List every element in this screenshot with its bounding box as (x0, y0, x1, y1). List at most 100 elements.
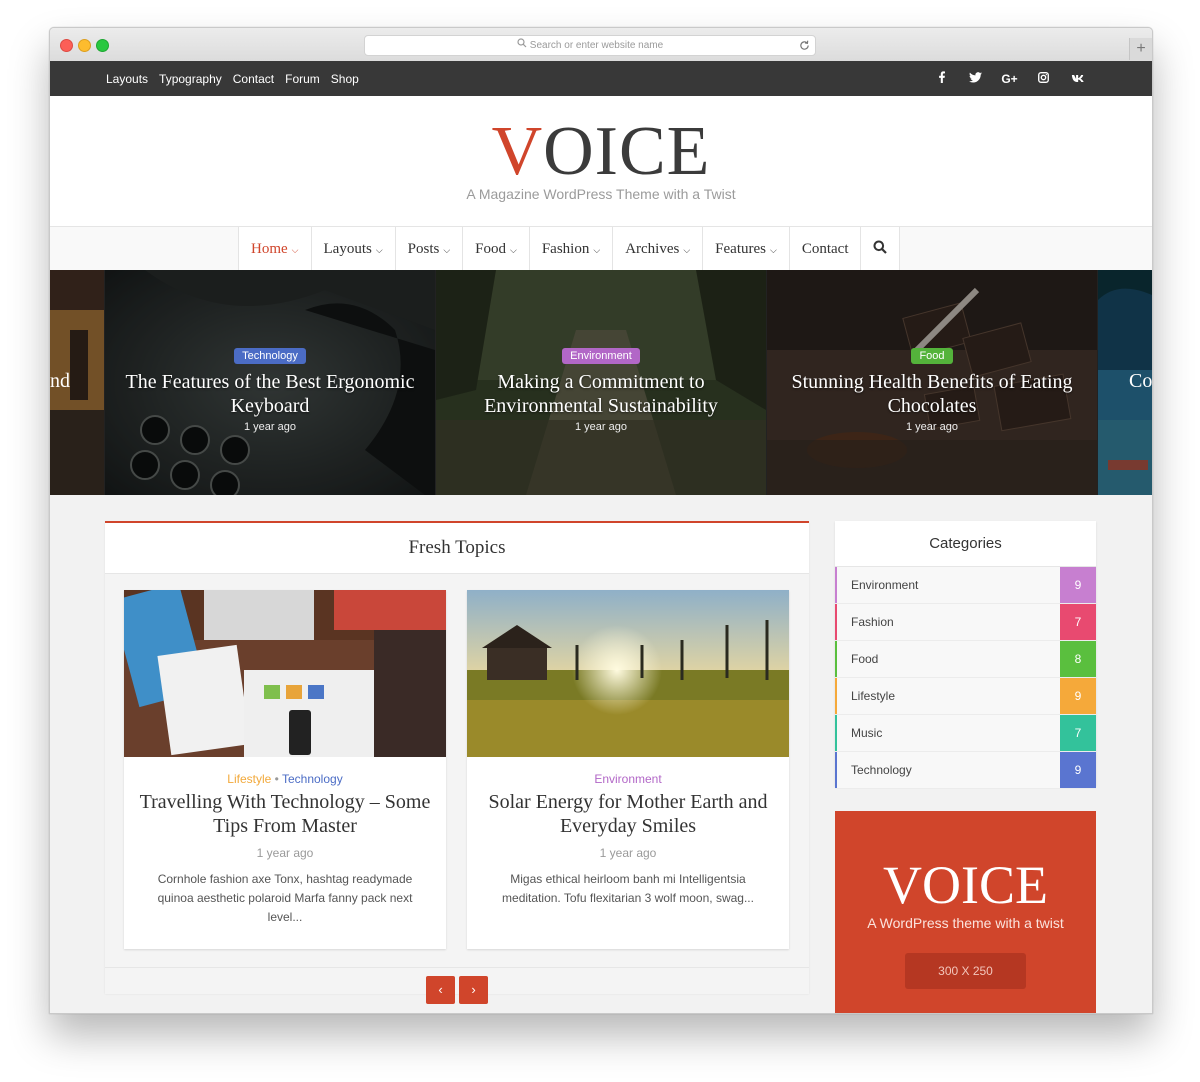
ad-title: VOICE (883, 855, 1048, 915)
slide-category-badge[interactable]: Food (911, 348, 953, 364)
site-header: VOICE A Magazine WordPress Theme with a … (50, 96, 1152, 226)
nav-item-contact[interactable]: Contact (788, 227, 861, 271)
category-item[interactable]: Technology 9 (835, 752, 1096, 789)
main-nav: Home ⌵ Layouts ⌵ Posts ⌵ Food ⌵ Fashion ⌵ Arc… (50, 226, 1152, 272)
address-bar-placeholder: Search or enter website name (529, 40, 664, 52)
social-links: G+ (933, 61, 1086, 96)
category-item[interactable]: Food 8 (835, 641, 1096, 678)
ad-banner[interactable]: VOICE A WordPress theme with a twist 300… (835, 811, 1096, 1013)
post-time: 1 year ago (256, 846, 314, 860)
nav-item-layouts[interactable]: Layouts ⌵ (310, 227, 395, 271)
post-card[interactable]: Environment Solar Energy for Mother Eart… (467, 590, 789, 949)
nav-item-archives[interactable]: Archives ⌵ (612, 227, 703, 271)
nav-label: Layouts (323, 240, 372, 257)
top-link-shop[interactable]: Shop (331, 72, 359, 86)
category-link[interactable]: Technology (282, 772, 343, 786)
category-stripe (835, 604, 837, 640)
slide-item[interactable]: Food Stunning Health Benefits of Eating … (767, 270, 1097, 495)
top-link-contact[interactable]: Contact (233, 72, 274, 86)
nav-item-home[interactable]: Home ⌵ (238, 227, 311, 271)
ad-subtitle: A WordPress theme with a twist (867, 915, 1064, 931)
slide-partial-right[interactable]: Co (1098, 270, 1152, 495)
slide-time: 1 year ago (575, 421, 627, 433)
post-title[interactable]: Solar Energy for Mother Earth and Everyd… (467, 790, 789, 838)
pagination: ‹ › (105, 967, 809, 1004)
google-plus-icon[interactable]: G+ (1001, 72, 1018, 86)
slide-partial-title: nd (50, 370, 70, 392)
slide-time: 1 year ago (906, 421, 958, 433)
category-item[interactable]: Music 7 (835, 715, 1096, 752)
facebook-icon[interactable] (933, 71, 950, 86)
address-bar[interactable]: Search or enter website name (364, 35, 816, 56)
post-card[interactable]: Lifestyle • Technology Travelling With T… (124, 590, 446, 949)
category-count: 9 (1060, 567, 1096, 603)
chevron-down-icon: ⌵ (443, 244, 451, 255)
slide-category-badge[interactable]: Technology (234, 348, 306, 364)
category-link[interactable]: Environment (594, 772, 661, 786)
top-link-layouts[interactable]: Layouts (106, 72, 148, 86)
maximize-window-button[interactable] (96, 39, 109, 52)
twitter-icon[interactable] (967, 71, 984, 86)
category-separator: • (271, 772, 282, 786)
featured-slider: nd Technology The Features of the Best E… (50, 270, 1152, 495)
nav-search-button[interactable] (860, 227, 901, 271)
post-thumbnail[interactable] (467, 590, 789, 757)
slide-partial-title: Co (1129, 370, 1152, 392)
nav-label: Contact (801, 240, 849, 257)
post-categories: Lifestyle • Technology (124, 772, 446, 786)
nav-item-posts[interactable]: Posts ⌵ (394, 227, 463, 271)
category-label: Music (851, 726, 883, 740)
close-window-button[interactable] (60, 39, 73, 52)
slide-category-badge[interactable]: Environment (562, 348, 640, 364)
top-bar: Layouts Typography Contact Forum Shop G+ (50, 61, 1152, 96)
slide-title[interactable]: Stunning Health Benefits of Eating Choco… (767, 370, 1097, 418)
ad-size-label: 300 X 250 (905, 953, 1026, 989)
slide-item[interactable]: Technology The Features of the Best Ergo… (105, 270, 435, 495)
category-label: Technology (851, 763, 912, 777)
category-count: 8 (1060, 641, 1096, 677)
prev-button[interactable]: ‹ (426, 976, 455, 1004)
nav-label: Posts (407, 240, 440, 257)
category-label: Environment (851, 578, 919, 592)
vk-icon[interactable] (1069, 72, 1086, 86)
nav-item-fashion[interactable]: Fashion ⌵ (528, 227, 613, 271)
chevron-down-icon: ⌵ (510, 244, 517, 255)
category-item[interactable]: Fashion 7 (835, 604, 1096, 641)
category-item[interactable]: Lifestyle 9 (835, 678, 1096, 715)
post-categories: Environment (467, 772, 789, 786)
slide-time: 1 year ago (244, 421, 296, 433)
category-item[interactable]: Environment 9 (835, 567, 1096, 604)
fresh-topics-widget: Fresh Topics Lifestyle • Technology Trav… (105, 521, 809, 1004)
category-stripe (835, 715, 837, 751)
browser-window: Search or enter website name + Layouts T… (49, 27, 1153, 1014)
top-link-typography[interactable]: Typography (159, 72, 222, 86)
category-label: Food (851, 652, 879, 666)
chevron-down-icon: ⌵ (593, 244, 601, 255)
category-stripe (835, 678, 837, 714)
category-label: Fashion (851, 615, 894, 629)
category-count: 7 (1060, 715, 1096, 751)
chevron-down-icon: ⌵ (375, 244, 383, 255)
reload-icon[interactable] (799, 39, 810, 58)
top-link-forum[interactable]: Forum (285, 72, 320, 86)
category-stripe (835, 752, 837, 788)
post-title[interactable]: Travelling With Technology – Some Tips F… (124, 790, 446, 838)
post-thumbnail[interactable] (124, 590, 446, 757)
slide-title[interactable]: Making a Commitment to Environmental Sus… (436, 370, 766, 418)
minimize-window-button[interactable] (78, 39, 91, 52)
next-button[interactable]: › (459, 976, 488, 1004)
category-stripe (835, 567, 837, 603)
category-link[interactable]: Lifestyle (227, 772, 271, 786)
slide-partial-left[interactable]: nd (50, 270, 104, 495)
top-nav: Layouts Typography Contact Forum Shop (106, 61, 359, 96)
nav-item-features[interactable]: Features ⌵ (702, 227, 789, 271)
new-tab-button[interactable]: + (1129, 38, 1152, 60)
site-logo[interactable]: VOICE (50, 116, 1152, 188)
slide-item[interactable]: Environment Making a Commitment to Envir… (436, 270, 766, 495)
category-count: 9 (1060, 752, 1096, 788)
instagram-icon[interactable] (1035, 71, 1052, 86)
nav-item-food[interactable]: Food ⌵ (462, 227, 529, 271)
nav-label: Fashion (541, 240, 590, 257)
slide-title[interactable]: The Features of the Best Ergonomic Keybo… (105, 370, 435, 418)
logo-v: V (491, 113, 544, 190)
